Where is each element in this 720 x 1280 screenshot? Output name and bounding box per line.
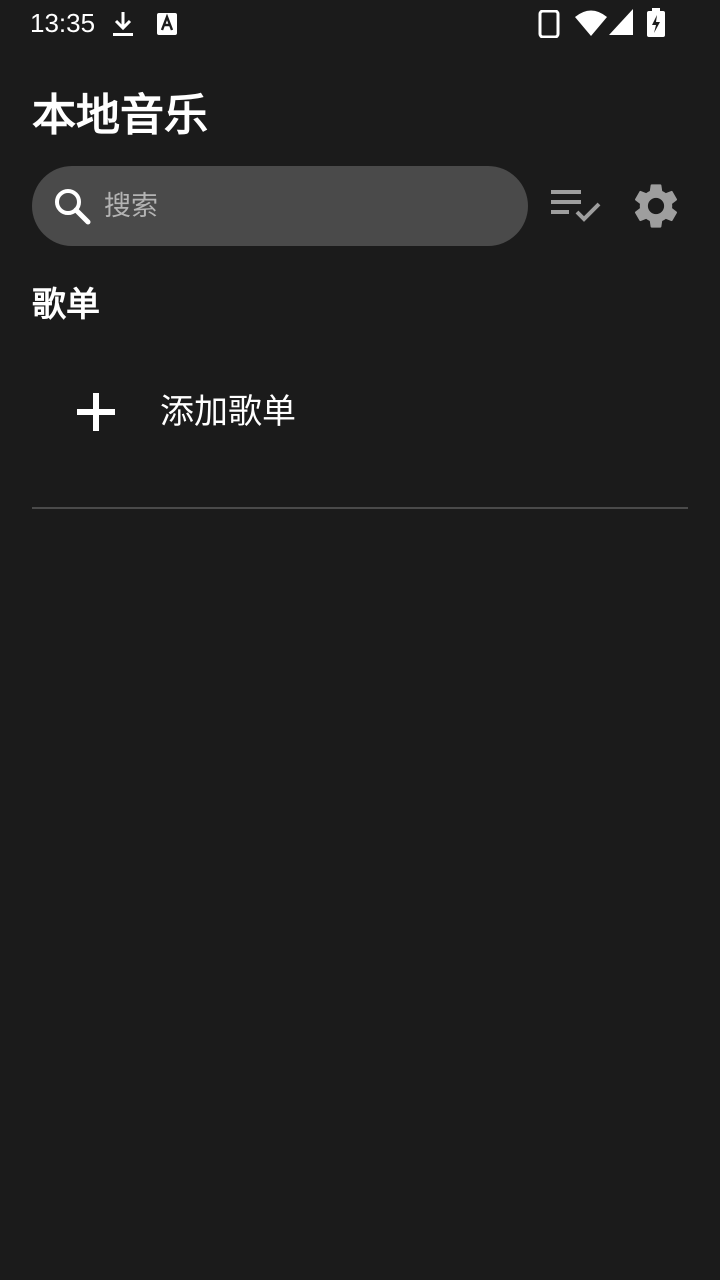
playlist-check-icon [551, 190, 601, 222]
page-title: 本地音乐 [32, 90, 208, 141]
battery-charging-icon [647, 8, 665, 37]
settings-button[interactable] [626, 176, 686, 236]
keyboard-a-icon [157, 13, 177, 35]
plus-icon [77, 393, 115, 431]
add-playlist-label: 添加歌单 [160, 392, 296, 432]
settings-gear-icon [634, 184, 678, 228]
status-time: 13:35 [30, 8, 96, 38]
status-bar: 13:35 [0, 0, 720, 48]
wifi-icon [575, 10, 607, 36]
local-music-screen: 13:35 本地音乐 搜索 歌单 添加歌单 [0, 0, 720, 1280]
search-icon [55, 189, 91, 225]
divider [32, 507, 688, 509]
signal-icon [609, 9, 633, 35]
add-playlist-button[interactable]: 添加歌单 [32, 360, 688, 464]
search-input[interactable] [104, 166, 504, 246]
download-icon [113, 12, 133, 36]
phone-icon [538, 10, 560, 38]
playlist-select-button[interactable] [546, 176, 606, 236]
search-bar[interactable] [32, 166, 528, 246]
playlists-section-title: 歌单 [32, 285, 100, 325]
